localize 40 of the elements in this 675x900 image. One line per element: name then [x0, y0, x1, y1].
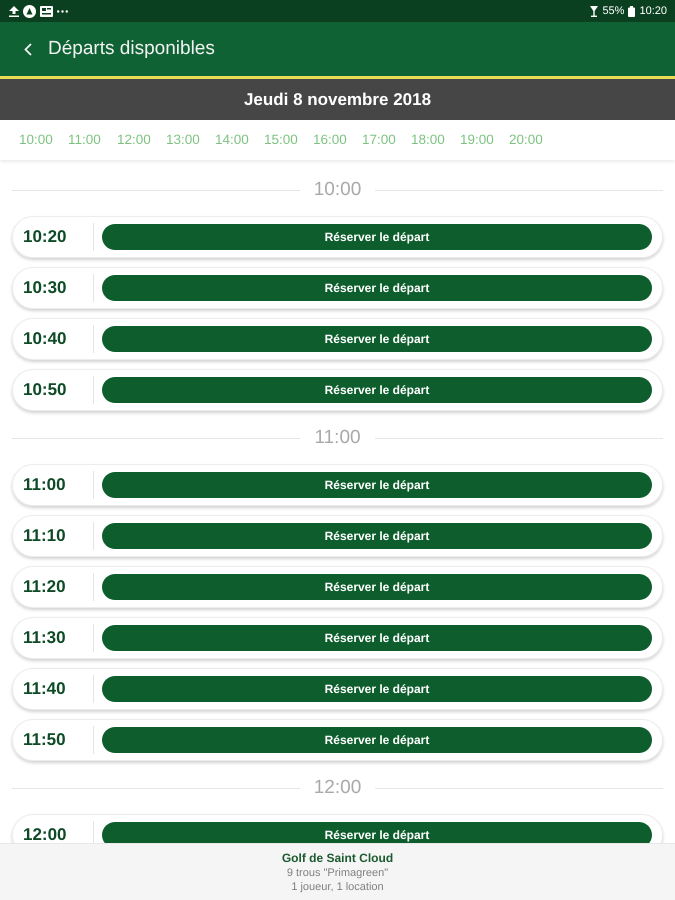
- book-tee-time-button[interactable]: Réserver le départ: [102, 275, 652, 301]
- course-layout: 9 trous "Primagreen": [286, 867, 388, 879]
- book-tee-time-button[interactable]: Réserver le départ: [102, 822, 652, 843]
- date-heading: Jeudi 8 novembre 2018: [244, 88, 432, 111]
- book-tee-time-button[interactable]: Réserver le départ: [102, 625, 652, 651]
- battery-icon: [628, 6, 636, 16]
- book-tee-time-button[interactable]: Réserver le départ: [102, 326, 652, 352]
- book-tee-time-button[interactable]: Réserver le départ: [102, 472, 652, 498]
- course-name: Golf de Saint Cloud: [282, 851, 394, 865]
- book-tee-time-button[interactable]: Réserver le départ: [102, 377, 652, 403]
- book-tee-time-button[interactable]: Réserver le départ: [102, 523, 652, 549]
- tee-time: 10:30: [23, 277, 68, 300]
- tee-time: 10:20: [23, 226, 68, 248]
- tee-time: 12:00: [23, 824, 68, 843]
- tee-time: 11:00: [23, 474, 67, 496]
- page-title: Départs disponibles: [48, 36, 215, 61]
- tee-time: 11:20: [23, 576, 67, 598]
- booking-details: 1 joueur, 1 location: [291, 881, 384, 893]
- battery-percent: 55%: [602, 4, 624, 19]
- tee-time: 11:50: [23, 729, 67, 752]
- card-icon: [40, 6, 53, 16]
- tee-time: 11:10: [23, 525, 67, 548]
- back-icon: [24, 42, 32, 56]
- book-tee-time-button[interactable]: Réserver le départ: [102, 676, 652, 702]
- hour-section-label: 11:00: [314, 426, 361, 450]
- more-dots-icon: [57, 10, 68, 12]
- tee-time: 10:40: [23, 328, 68, 350]
- tee-time: 11:30: [23, 627, 67, 650]
- tee-time: 11:40: [23, 678, 67, 700]
- clock-time: 10:20: [639, 4, 667, 19]
- back-button[interactable]: [24, 42, 32, 56]
- hour-section-label: 12:00: [314, 776, 362, 800]
- glass-icon: [590, 6, 598, 16]
- upload-icon: [9, 6, 19, 16]
- book-tee-time-button[interactable]: Réserver le départ: [102, 224, 652, 250]
- book-tee-time-button[interactable]: Réserver le départ: [102, 574, 652, 600]
- book-tee-time-button[interactable]: Réserver le départ: [102, 727, 652, 753]
- tee-time: 10:50: [23, 379, 68, 402]
- hour-section-label: 10:00: [314, 178, 362, 202]
- triangle-disc-icon: [23, 4, 36, 18]
